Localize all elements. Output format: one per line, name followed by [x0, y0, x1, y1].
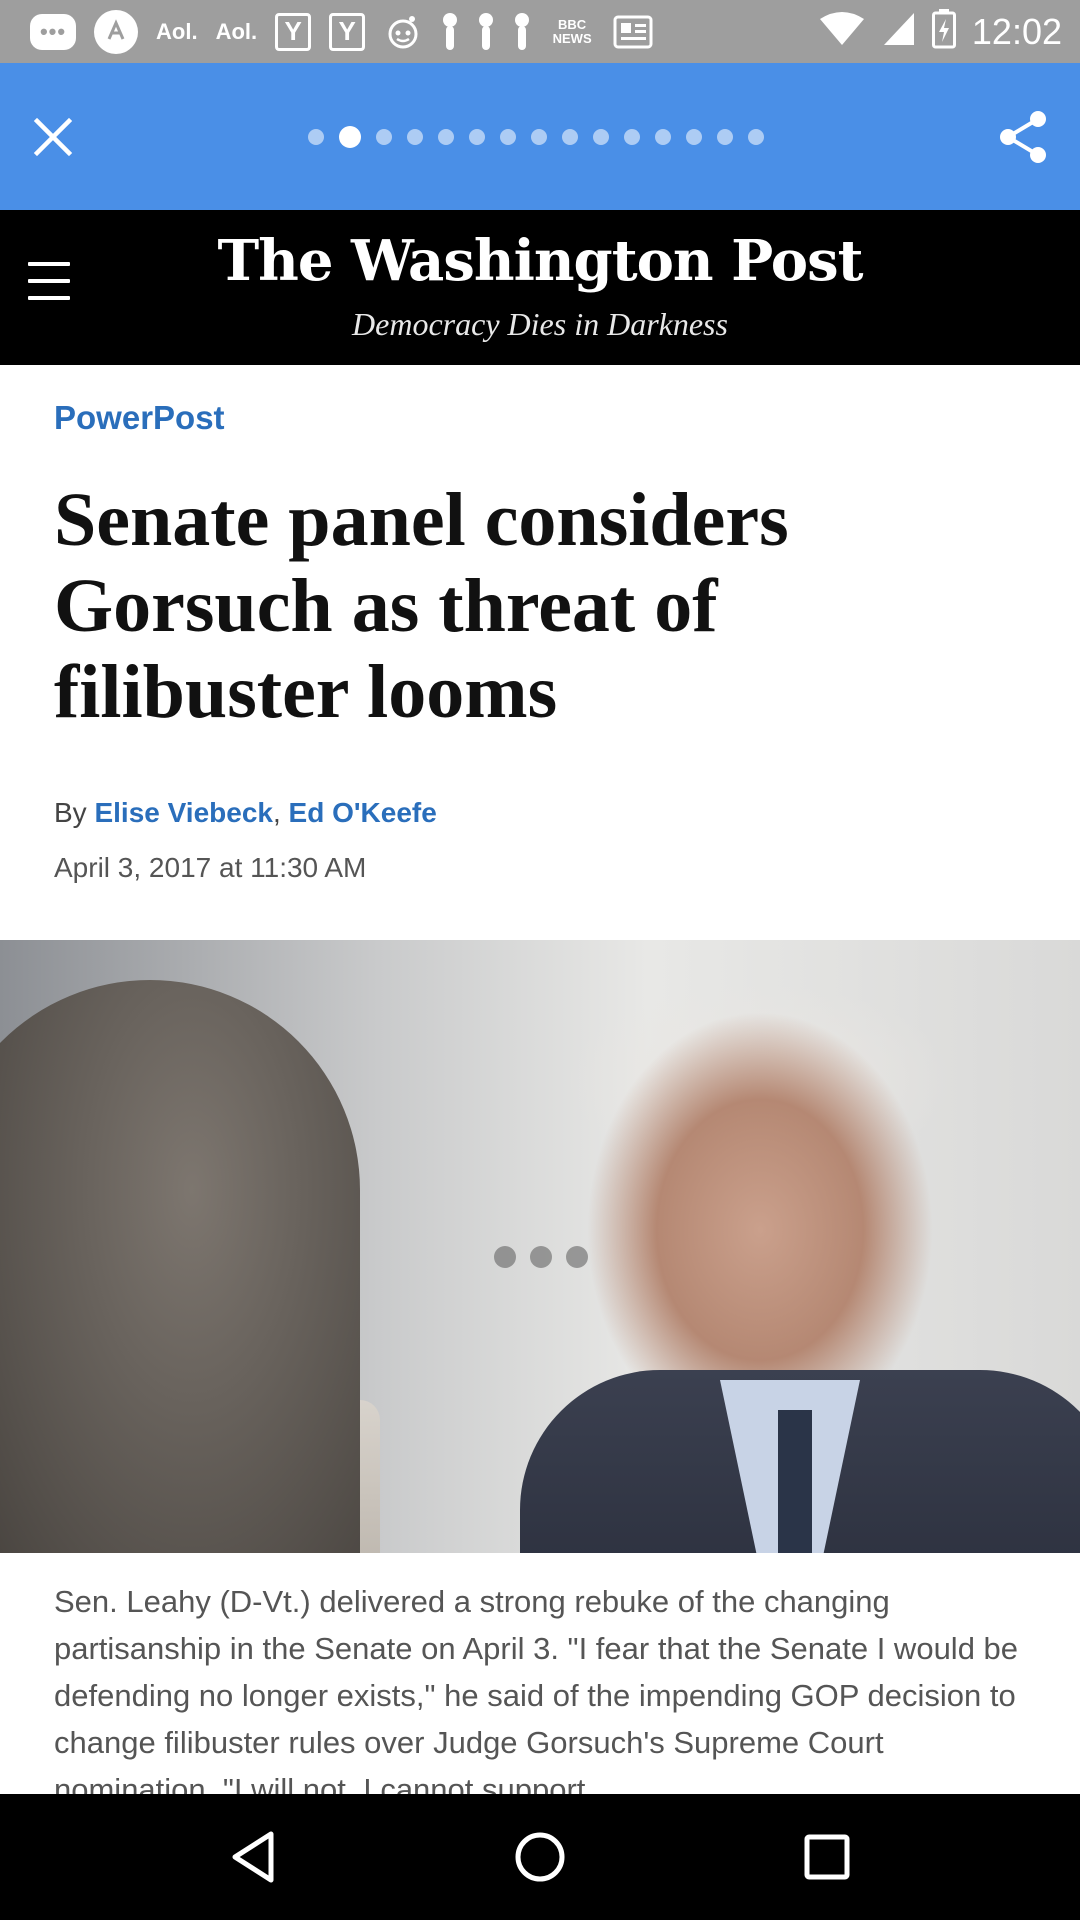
tagline: Democracy Dies in Darkness	[352, 306, 728, 342]
share-icon	[1000, 110, 1046, 163]
reddit-icon	[383, 12, 423, 52]
page-dot[interactable]	[469, 128, 485, 145]
washington-post-logo[interactable]: The Washington Post	[0, 228, 1080, 294]
page-dot[interactable]	[500, 128, 516, 145]
page-dot[interactable]	[531, 128, 547, 145]
home-circle-icon	[515, 1832, 565, 1882]
bbc-sub-label: NEWS	[552, 30, 592, 46]
page-dot[interactable]	[562, 128, 578, 145]
author-link[interactable]: Elise Viebeck	[94, 797, 273, 828]
photo-figure	[0, 980, 360, 1553]
page-dot[interactable]	[407, 128, 423, 145]
byline-prefix: By	[54, 797, 87, 828]
back-triangle-icon	[232, 1831, 274, 1883]
system-status-icons: 12:02	[818, 9, 1062, 54]
battery-icon	[931, 9, 956, 54]
clock: 12:02	[971, 10, 1062, 52]
bbc-news-icon: BBC NEWS	[549, 16, 595, 46]
page-dot[interactable]	[686, 128, 702, 145]
photo-caption: Sen. Leahy (D-Vt.) delivered a strong re…	[54, 1584, 1019, 1807]
close-button[interactable]	[30, 114, 76, 160]
loading-dot	[566, 1246, 588, 1268]
loading-dot	[494, 1246, 516, 1268]
signal-icon	[882, 11, 916, 52]
wifi-icon	[818, 11, 866, 52]
notification-icons: ••• Aol. Aol. Y Y BBC NEWS	[30, 9, 818, 54]
news-icon	[613, 15, 653, 49]
loading-indicator	[494, 1246, 588, 1268]
recents-square-icon	[804, 1834, 850, 1880]
recents-button[interactable]	[791, 1821, 863, 1893]
headline: Senate panel considers Gorsuch as threat…	[54, 478, 789, 734]
page-dot[interactable]	[717, 128, 733, 145]
loading-dot	[530, 1246, 552, 1268]
top-app-bar	[0, 63, 1080, 210]
page-dot[interactable]	[308, 128, 324, 145]
page-dot[interactable]	[593, 128, 609, 145]
wiretap-icon	[94, 9, 138, 54]
page-dot-active[interactable]	[339, 125, 361, 148]
byline: By Elise Viebeck, Ed O'Keefe	[54, 797, 437, 829]
aol-icon: Aol.	[156, 18, 198, 44]
chat-bubble-icon: •••	[30, 13, 76, 50]
page-indicator	[308, 125, 764, 148]
bbc-label: BBC	[558, 16, 587, 32]
aol-icon: Aol.	[215, 18, 258, 44]
masthead: The Washington Post Democracy Dies in Da…	[0, 210, 1080, 365]
yahoo-icon: Y	[275, 12, 312, 51]
pin-icon	[477, 12, 495, 52]
close-icon	[33, 117, 73, 156]
author-link[interactable]: Ed O'Keefe	[289, 797, 437, 828]
page-dot[interactable]	[748, 128, 764, 145]
pin-icon	[513, 12, 531, 52]
back-button[interactable]	[217, 1821, 289, 1893]
page-dot[interactable]	[438, 128, 454, 145]
article-video[interactable]	[0, 940, 1080, 1553]
page-dot[interactable]	[376, 128, 392, 145]
pin-icon	[441, 12, 459, 52]
publish-date: April 3, 2017 at 11:30 AM	[54, 852, 367, 883]
status-bar: ••• Aol. Aol. Y Y BBC NEWS 12:02	[0, 0, 1080, 63]
menu-line	[28, 296, 70, 300]
page-dot[interactable]	[624, 128, 640, 145]
section-link[interactable]: PowerPost	[54, 399, 225, 437]
page-dot[interactable]	[655, 128, 671, 145]
system-nav-bar	[0, 1794, 1080, 1920]
yahoo-icon: Y	[329, 12, 366, 51]
home-button[interactable]	[504, 1821, 576, 1893]
photo-figure	[778, 1410, 812, 1553]
share-button[interactable]	[996, 110, 1050, 164]
screen: ••• Aol. Aol. Y Y BBC NEWS 12:02 The Was…	[0, 0, 1080, 1920]
author-separator: ,	[272, 797, 281, 828]
